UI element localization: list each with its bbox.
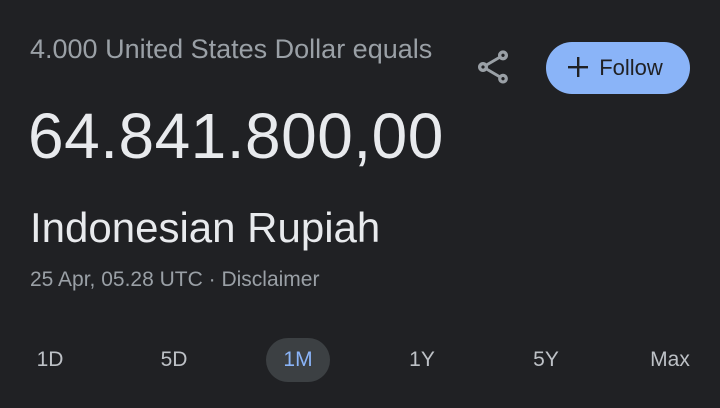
- follow-button[interactable]: Follow: [546, 42, 690, 94]
- tab-range-max[interactable]: Max: [638, 338, 702, 382]
- tab-range-1y[interactable]: 1Y: [390, 338, 454, 382]
- follow-label: Follow: [599, 55, 663, 80]
- share-icon: [473, 47, 513, 91]
- share-button[interactable]: [468, 44, 518, 94]
- time-range-tabs: 1D 5D 1M 1Y 5Y Max: [18, 338, 702, 382]
- disclaimer-link[interactable]: Disclaimer: [221, 268, 319, 291]
- rate-metadata: 25 Apr, 05.28 UTC · Disclaimer: [30, 266, 319, 294]
- rate-timestamp: 25 Apr, 05.28 UTC: [30, 268, 203, 291]
- conversion-source-label: 4.000 United States Dollar equals: [30, 34, 433, 64]
- currency-converter-card: 4.000 United States Dollar equals Follow…: [0, 0, 720, 408]
- tab-range-1d[interactable]: 1D: [18, 338, 82, 382]
- plus-icon: [567, 51, 589, 83]
- target-currency-name: Indonesian Rupiah: [30, 204, 381, 251]
- tab-range-5d[interactable]: 5D: [142, 338, 206, 382]
- converted-amount: 64.841.800,00: [28, 100, 444, 172]
- tab-range-5y[interactable]: 5Y: [514, 338, 578, 382]
- tab-range-1m[interactable]: 1M: [266, 338, 330, 382]
- meta-separator: ·: [202, 268, 222, 291]
